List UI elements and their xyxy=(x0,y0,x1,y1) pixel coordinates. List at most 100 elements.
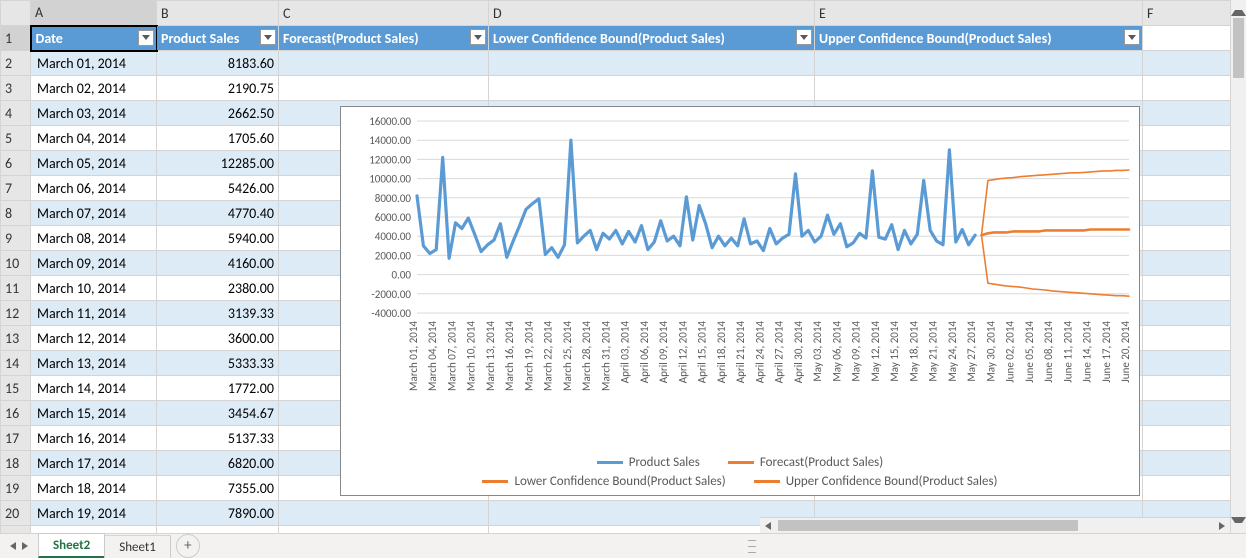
cell[interactable] xyxy=(1143,376,1231,401)
new-sheet-button[interactable]: + xyxy=(176,534,200,558)
row-header[interactable]: 9 xyxy=(1,226,31,251)
cell[interactable]: 7355.00 xyxy=(157,476,279,501)
row-header[interactable]: 2 xyxy=(1,51,31,76)
row-header[interactable]: 20 xyxy=(1,501,31,526)
cell[interactable]: March 09, 2014 xyxy=(31,251,157,276)
forecast-chart[interactable]: 16000.0014000.0012000.0010000.008000.006… xyxy=(340,106,1140,496)
row-header[interactable]: 13 xyxy=(1,326,31,351)
cell[interactable]: March 03, 2014 xyxy=(31,101,157,126)
row-header[interactable]: 19 xyxy=(1,476,31,501)
cell[interactable]: March 06, 2014 xyxy=(31,176,157,201)
cell[interactable] xyxy=(1143,201,1231,226)
cell[interactable]: March 16, 2014 xyxy=(31,426,157,451)
row-header[interactable]: 4 xyxy=(1,101,31,126)
table-header-E[interactable]: Upper Confidence Bound(Product Sales) xyxy=(815,26,1143,51)
cell[interactable]: 3600.00 xyxy=(157,326,279,351)
prev-sheet-icon[interactable] xyxy=(10,542,16,550)
cell[interactable] xyxy=(1143,151,1231,176)
table-header-C[interactable]: Forecast(Product Sales) xyxy=(279,26,489,51)
vertical-scrollbar[interactable] xyxy=(1230,0,1246,533)
cell[interactable] xyxy=(1143,51,1231,76)
cell[interactable] xyxy=(279,76,489,101)
cell[interactable]: 5426.00 xyxy=(157,176,279,201)
filter-dropdown-icon[interactable] xyxy=(470,29,486,45)
row-header[interactable]: 11 xyxy=(1,276,31,301)
select-all-corner[interactable] xyxy=(1,1,31,26)
cell[interactable] xyxy=(279,526,489,534)
table-header-B[interactable]: Product Sales xyxy=(157,26,279,51)
cell[interactable]: March 07, 2014 xyxy=(31,201,157,226)
cell[interactable]: 7890.00 xyxy=(157,501,279,526)
column-header-B[interactable]: B xyxy=(157,1,279,26)
row-header[interactable]: 17 xyxy=(1,426,31,451)
scroll-left-button[interactable] xyxy=(760,518,776,534)
row-header[interactable]: 1 xyxy=(1,26,31,51)
cell[interactable]: March 15, 2014 xyxy=(31,401,157,426)
row-header[interactable]: 16 xyxy=(1,401,31,426)
cell[interactable] xyxy=(489,51,815,76)
cell[interactable]: 8183.60 xyxy=(157,51,279,76)
row-header[interactable]: 21 xyxy=(1,526,31,534)
scroll-thumb-horizontal[interactable] xyxy=(778,520,1078,531)
cell[interactable]: March 11, 2014 xyxy=(31,301,157,326)
tab-split-handle[interactable] xyxy=(748,537,756,555)
row-header[interactable]: 14 xyxy=(1,351,31,376)
filter-dropdown-icon[interactable] xyxy=(796,29,812,45)
cell[interactable]: 1772.00 xyxy=(157,376,279,401)
row-header[interactable]: 10 xyxy=(1,251,31,276)
row-header[interactable]: 6 xyxy=(1,151,31,176)
cell[interactable]: 6820.00 xyxy=(157,451,279,476)
cell[interactable]: March 19, 2014 xyxy=(31,501,157,526)
cell[interactable] xyxy=(1143,76,1231,101)
cell[interactable] xyxy=(1143,126,1231,151)
column-header-F[interactable]: F xyxy=(1143,1,1231,26)
filter-dropdown-icon[interactable] xyxy=(1124,29,1140,45)
cell[interactable]: March 10, 2014 xyxy=(31,276,157,301)
row-header[interactable]: 15 xyxy=(1,376,31,401)
cell[interactable]: 5940.00 xyxy=(157,226,279,251)
scroll-right-button[interactable] xyxy=(1214,518,1230,534)
scroll-down-button[interactable] xyxy=(1231,517,1246,533)
cell[interactable]: 4770.40 xyxy=(157,201,279,226)
row-header[interactable]: 3 xyxy=(1,76,31,101)
next-sheet-icon[interactable] xyxy=(22,542,28,550)
row-header[interactable]: 12 xyxy=(1,301,31,326)
row-header[interactable]: 5 xyxy=(1,126,31,151)
cell[interactable] xyxy=(1143,26,1231,51)
cell[interactable]: March 20, 2014 xyxy=(31,526,157,534)
cell[interactable] xyxy=(279,51,489,76)
cell[interactable]: March 13, 2014 xyxy=(31,351,157,376)
cell[interactable]: March 01, 2014 xyxy=(31,51,157,76)
cell[interactable]: 12285.00 xyxy=(157,151,279,176)
tab-sheet1[interactable]: Sheet1 xyxy=(104,535,171,558)
cell[interactable] xyxy=(489,76,815,101)
cell[interactable] xyxy=(1143,251,1231,276)
column-header-A[interactable]: A xyxy=(31,1,157,26)
cell[interactable]: 2380.00 xyxy=(157,276,279,301)
column-header-D[interactable]: D xyxy=(489,1,815,26)
cell[interactable] xyxy=(1143,176,1231,201)
cell[interactable] xyxy=(1143,451,1231,476)
cell[interactable]: 5333.33 xyxy=(157,351,279,376)
cell[interactable]: 2190.75 xyxy=(157,76,279,101)
cell[interactable] xyxy=(1143,351,1231,376)
horizontal-scrollbar[interactable] xyxy=(760,517,1230,533)
worksheet-grid[interactable]: ABCDEF1DateProduct SalesForecast(Product… xyxy=(0,0,1230,533)
cell[interactable] xyxy=(1143,401,1231,426)
cell[interactable] xyxy=(1143,276,1231,301)
cell[interactable]: 2662.50 xyxy=(157,101,279,126)
cell[interactable] xyxy=(1143,426,1231,451)
cell[interactable]: 2100.00 xyxy=(157,526,279,534)
cell[interactable] xyxy=(1143,326,1231,351)
cell[interactable]: March 17, 2014 xyxy=(31,451,157,476)
cell[interactable] xyxy=(1143,301,1231,326)
cell[interactable] xyxy=(1143,101,1231,126)
column-header-E[interactable]: E xyxy=(815,1,1143,26)
row-header[interactable]: 7 xyxy=(1,176,31,201)
cell[interactable]: 5137.33 xyxy=(157,426,279,451)
cell[interactable]: March 14, 2014 xyxy=(31,376,157,401)
cell[interactable] xyxy=(1143,476,1231,501)
cell[interactable]: 1705.60 xyxy=(157,126,279,151)
cell[interactable]: 4160.00 xyxy=(157,251,279,276)
row-header[interactable]: 8 xyxy=(1,201,31,226)
